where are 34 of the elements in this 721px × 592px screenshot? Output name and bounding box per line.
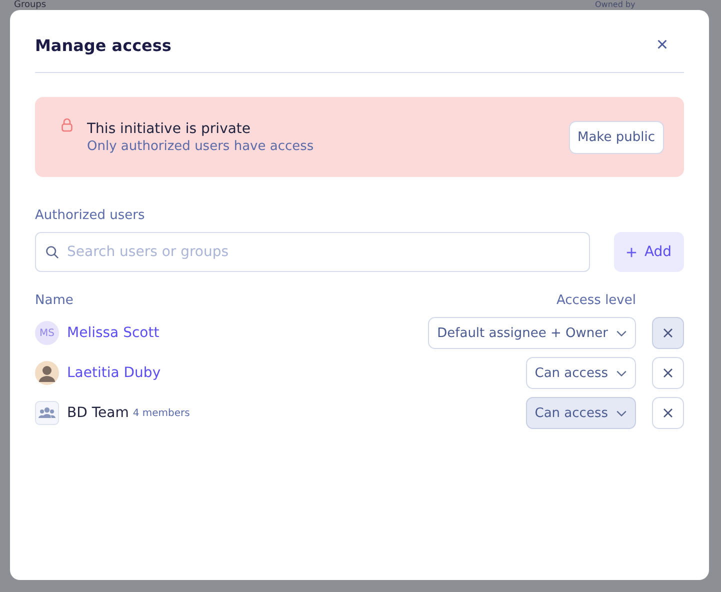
- search-icon: [45, 245, 59, 259]
- user-name-link[interactable]: Laetitia Duby: [67, 365, 161, 381]
- banner-subtitle: Only authorized users have access: [87, 138, 315, 154]
- group-name: BD Team: [67, 405, 129, 421]
- owner-label: Owned by: [595, 0, 636, 10]
- avatar-silhouette: [35, 361, 59, 385]
- access-level-dropdown[interactable]: Can access: [526, 357, 636, 389]
- close-icon: [663, 368, 673, 378]
- dialog-title: Manage access: [35, 36, 172, 54]
- close-icon: [663, 408, 673, 418]
- lock-icon: [61, 118, 73, 132]
- avatar: MS: [35, 321, 59, 345]
- close-icon: [663, 328, 673, 338]
- close-button[interactable]: ×: [650, 35, 684, 55]
- plus-icon: [626, 246, 638, 258]
- remove-button[interactable]: [652, 397, 684, 429]
- section-title: Groups: [14, 0, 46, 10]
- user-name-link[interactable]: Melissa Scott: [67, 325, 160, 341]
- remove-button[interactable]: [652, 317, 684, 349]
- make-public-button[interactable]: Make public: [568, 120, 664, 154]
- chevron-icon: [616, 410, 627, 416]
- group-icon: [35, 401, 59, 425]
- column-header: Name: [35, 293, 74, 308]
- banner-title: This initiative is private: [87, 120, 252, 136]
- chevron-icon: [616, 370, 627, 376]
- column-header: Access level: [556, 293, 636, 308]
- chevron-icon: [616, 330, 627, 336]
- section-label: Authorized users: [35, 208, 146, 223]
- access-level-dropdown[interactable]: Can access: [526, 397, 636, 429]
- member-count: 4 members: [132, 408, 190, 418]
- search-field[interactable]: Search users or groups: [35, 232, 590, 272]
- access-level-dropdown[interactable]: Default assignee + Owner: [428, 317, 636, 349]
- remove-button[interactable]: [652, 357, 684, 389]
- add-button[interactable]: Add: [614, 232, 684, 272]
